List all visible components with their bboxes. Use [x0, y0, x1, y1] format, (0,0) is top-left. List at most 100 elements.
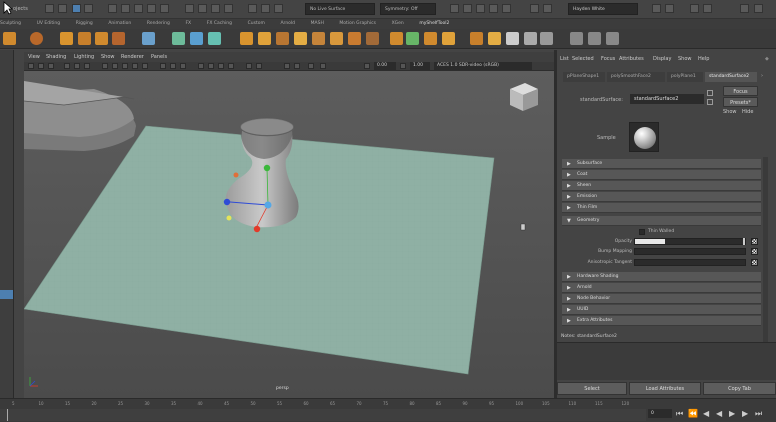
svg-tool-icon[interactable] [112, 32, 125, 45]
play-forwards-icon[interactable]: ▶ [729, 409, 735, 418]
section-geometry[interactable]: ▼ Geometry [562, 216, 761, 226]
exposure-field[interactable]: 0.00 [374, 62, 396, 70]
project-menu[interactable]: ojects [13, 6, 28, 12]
opacity-slider-handle[interactable] [743, 238, 745, 245]
render-settings-icon[interactable] [224, 4, 233, 13]
ae-tab-polysmoothface2[interactable]: polySmoothFace2 [607, 72, 665, 82]
revolve-icon[interactable] [330, 32, 343, 45]
background-disc-object[interactable] [24, 81, 136, 151]
exposure-field-icon[interactable] [364, 63, 370, 69]
step-back-key-icon[interactable]: ⏪ [688, 409, 698, 418]
mash-tool-icon[interactable] [424, 32, 437, 45]
modeling-toolkit-icon[interactable] [530, 4, 539, 13]
use-all-lights-icon[interactable] [132, 63, 138, 69]
xray-joints-icon[interactable] [218, 63, 224, 69]
xray-components-icon[interactable] [228, 63, 234, 69]
ae-menu-attributes[interactable]: Attributes [619, 56, 644, 62]
gamma-field-icon[interactable] [400, 63, 406, 69]
snap-view-icon[interactable] [147, 4, 156, 13]
render-frame-icon[interactable] [198, 4, 207, 13]
xray-icon[interactable] [463, 4, 472, 13]
curve-tool-icon[interactable] [240, 32, 253, 45]
grease-pencil-icon[interactable] [588, 32, 601, 45]
history-icon[interactable] [185, 4, 194, 13]
smooth-icon[interactable] [489, 4, 498, 13]
mash-audio-icon[interactable] [540, 32, 553, 45]
ae-menu-list[interactable]: List [560, 56, 569, 62]
section-coat[interactable]: ▶ Coat [562, 170, 761, 180]
ae-menu-help[interactable]: Help [698, 56, 709, 62]
shelf-tab[interactable]: Rendering [147, 19, 170, 26]
opacity-slider[interactable] [634, 238, 746, 245]
section-sheen[interactable]: ▶ Sheen [562, 181, 761, 191]
section-node-behavior[interactable]: ▶ Node Behavior [562, 294, 761, 304]
bevel-icon[interactable] [276, 32, 289, 45]
shadows-icon[interactable] [142, 63, 148, 69]
manipulator-rotate-handle[interactable] [226, 215, 232, 221]
ae-menu-selected[interactable]: Selected [572, 56, 594, 62]
ae-tab-pplaneshape1[interactable]: pPlaneShape1 [563, 72, 605, 82]
section-emission[interactable]: ▶ Emission [562, 192, 761, 202]
output-connection-icon[interactable] [707, 99, 713, 105]
opacity-map-button[interactable] [751, 238, 758, 245]
select-component-icon[interactable] [72, 4, 81, 13]
focus-button[interactable]: Focus [723, 86, 758, 96]
sweep-icon[interactable] [258, 32, 271, 45]
gamma-field[interactable]: 1.00 [410, 62, 430, 70]
current-frame-field[interactable]: 0 [648, 409, 672, 418]
node-name-field[interactable]: standardSurface2 [630, 94, 704, 104]
go-to-end-icon[interactable]: ⏭ [755, 409, 762, 419]
live-surface-dropdown[interactable]: No Live Surface [305, 3, 375, 15]
select-button[interactable]: Select [557, 382, 627, 395]
viewport-menu-lighting[interactable]: Lighting [74, 54, 94, 60]
shelf-tab[interactable]: Arnold [280, 19, 295, 26]
mash-world-icon[interactable] [506, 32, 519, 45]
attribute-editor-toggle-icon[interactable] [543, 4, 552, 13]
xray-toggle-icon[interactable] [208, 63, 214, 69]
shelf-tab[interactable]: MASH [311, 19, 324, 26]
isolate-select-icon[interactable] [198, 63, 204, 69]
anti-alias-icon[interactable] [180, 63, 186, 69]
ae-menu-show[interactable]: Show [678, 56, 692, 62]
shelf-tab[interactable]: UV Editing [37, 19, 60, 26]
viewport-menu-renderer[interactable]: Renderer [121, 54, 144, 60]
step-forward-frame-icon[interactable]: ▶︎ [742, 409, 748, 418]
wireframe-icon[interactable] [476, 4, 485, 13]
mash-signal-icon[interactable] [442, 32, 455, 45]
planar-icon[interactable] [348, 32, 361, 45]
resolution-gate-icon[interactable] [84, 63, 90, 69]
grid-tool-icon[interactable] [142, 32, 155, 45]
shelf-tool-icon[interactable] [3, 32, 16, 45]
workspace-icon[interactable] [652, 4, 661, 13]
snap-curve-icon[interactable] [121, 4, 130, 13]
viewport-menu-shading[interactable]: Shading [46, 54, 66, 60]
instance-icon[interactable] [390, 32, 403, 45]
camera-lock-icon[interactable] [294, 63, 300, 69]
gamma-icon[interactable] [256, 63, 262, 69]
snap-point-icon[interactable] [134, 4, 143, 13]
textured-icon[interactable] [122, 63, 128, 69]
bump-mapping-field[interactable] [634, 248, 746, 255]
section-thin-film[interactable]: ▶ Thin Film [562, 203, 761, 213]
section-arnold[interactable]: ▶ Arnold [562, 283, 761, 293]
ae-tab-standardsurface2[interactable]: standardSurface2 [705, 72, 757, 82]
shelf-tab-active[interactable]: myShelfTool2 [419, 19, 449, 26]
input-connection-icon[interactable] [707, 90, 713, 96]
mash-instancer-icon[interactable] [208, 32, 221, 45]
presets-button[interactable]: Presets* [723, 97, 758, 107]
image-plane-icon[interactable] [48, 63, 54, 69]
bump-map-button[interactable] [751, 248, 758, 255]
manipulator-handle[interactable] [233, 172, 239, 178]
pencil-icon[interactable] [570, 32, 583, 45]
copy-tab-button[interactable]: Copy Tab [703, 382, 776, 395]
channel-box-icon[interactable] [690, 4, 699, 13]
mash-offset-icon[interactable] [470, 32, 483, 45]
attach-icon[interactable] [366, 32, 379, 45]
select-hierarchy-icon[interactable] [45, 4, 54, 13]
user-account-dropdown[interactable]: Hayden White [568, 3, 638, 15]
color-space-dropdown[interactable]: ACES 1.0 SDR-video (sRGB) [434, 62, 532, 70]
sculpt-brush-icon[interactable] [450, 4, 459, 13]
material-sample-swatch[interactable] [629, 122, 659, 152]
shelf-tab[interactable]: Motion Graphics [339, 19, 376, 26]
manipulator-center-handle[interactable] [264, 201, 272, 209]
